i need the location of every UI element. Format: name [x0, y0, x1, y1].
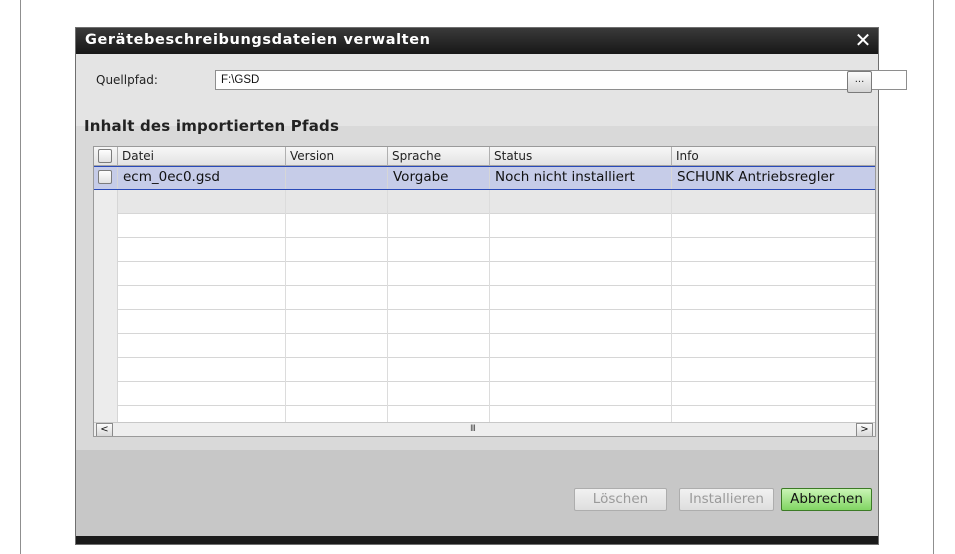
dialog-bottom-edge — [76, 536, 878, 544]
dialog-title: Gerätebeschreibungsdateien verwalten — [85, 32, 431, 48]
empty-row — [94, 286, 875, 310]
scroll-right-icon[interactable]: > — [856, 423, 873, 436]
empty-row — [94, 310, 875, 334]
cell-version — [286, 167, 388, 189]
row-header-strip — [94, 190, 118, 422]
close-icon[interactable]: ✕ — [852, 29, 874, 51]
empty-row — [94, 190, 875, 214]
cell-status: Noch nicht installiert — [490, 167, 672, 189]
source-path-input[interactable] — [215, 70, 907, 90]
select-all-checkbox[interactable] — [98, 149, 112, 163]
column-header-info[interactable]: Info — [672, 147, 875, 166]
cell-file: ecm_0ec0.gsd — [118, 167, 286, 189]
empty-row — [94, 262, 875, 286]
cell-info: SCHUNK Antriebsregler — [677, 169, 835, 185]
button-bar: Löschen Installieren Abbrechen — [76, 450, 878, 536]
source-path-label: Quellpfad: — [96, 73, 158, 87]
column-divider — [671, 190, 672, 422]
row-checkbox[interactable] — [98, 170, 112, 184]
row-checkbox-cell — [94, 167, 118, 189]
delete-button[interactable]: Löschen — [574, 488, 667, 511]
column-header-status[interactable]: Status — [490, 147, 672, 166]
manage-gsd-dialog: Gerätebeschreibungsdateien verwalten ✕ Q… — [76, 28, 907, 544]
browse-button[interactable]: ... — [847, 71, 872, 93]
section-title: Inhalt des importierten Pfads — [84, 117, 340, 135]
header-checkbox-cell — [94, 147, 118, 166]
install-button[interactable]: Installieren — [679, 488, 774, 511]
empty-row — [94, 214, 875, 238]
cell-language: Vorgabe — [388, 167, 490, 189]
column-header-language[interactable]: Sprache — [388, 147, 490, 166]
scroll-left-icon[interactable]: < — [96, 423, 113, 436]
empty-row — [94, 334, 875, 358]
column-divider — [285, 190, 286, 422]
gsd-table: Datei Version Sprache Status Info ecm_0e… — [93, 146, 876, 437]
empty-row — [94, 382, 875, 406]
cancel-button[interactable]: Abbrechen — [781, 488, 872, 511]
horizontal-scrollbar[interactable]: < III > — [94, 422, 875, 436]
top-panel — [76, 54, 878, 126]
empty-row — [94, 358, 875, 382]
column-divider — [387, 190, 388, 422]
column-header-file[interactable]: Datei — [118, 147, 286, 166]
empty-row — [94, 238, 875, 262]
scroll-grip-icon[interactable]: III — [470, 424, 476, 434]
column-header-version[interactable]: Version — [286, 147, 388, 166]
dialog-titlebar: Gerätebeschreibungsdateien verwalten ✕ — [76, 28, 878, 54]
table-row[interactable]: ecm_0ec0.gsd Vorgabe Noch nicht installi… — [94, 166, 875, 190]
column-divider — [489, 190, 490, 422]
